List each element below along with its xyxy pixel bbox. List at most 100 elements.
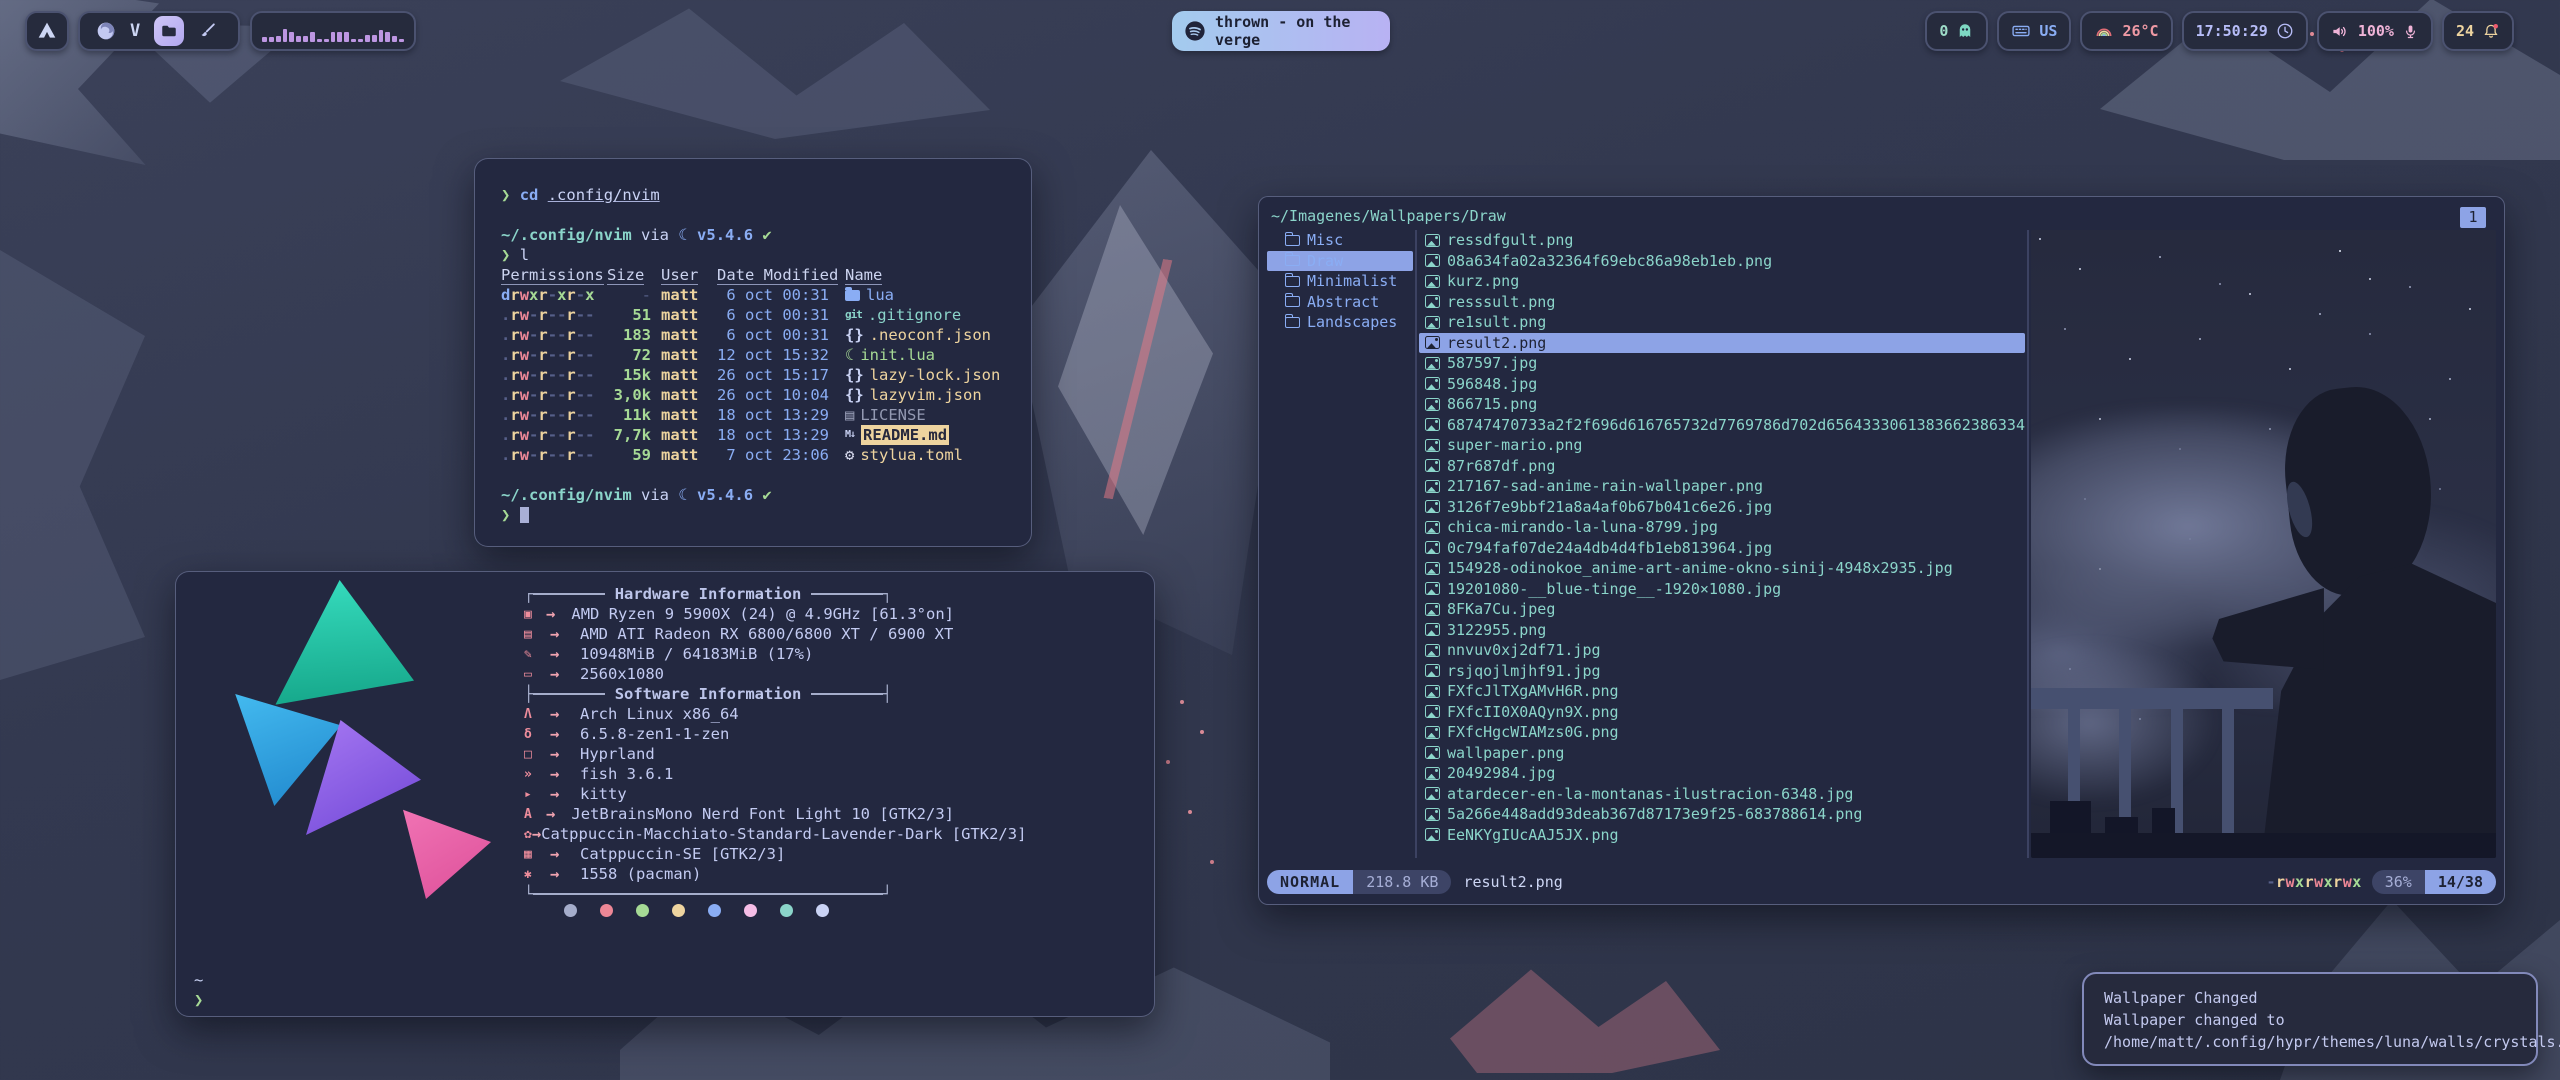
arrow-icon: → [550, 725, 580, 743]
packages-icon: ✱ [524, 867, 550, 882]
file-row[interactable]: 8FKa7Cu.jpeg [1419, 599, 2025, 620]
volume-module[interactable]: 100% [2317, 11, 2433, 51]
arrow-icon: → [550, 645, 580, 663]
keyboard-layout-module[interactable]: US [1997, 11, 2071, 51]
fetch-window[interactable]: ┌Hardware Information┐▣→AMD Ryzen 9 5900… [175, 571, 1155, 1017]
file-row[interactable]: 217167-sad-anime-rain-wallpaper.png [1419, 476, 2025, 497]
file-row[interactable]: 587597.jpg [1419, 353, 2025, 374]
git-icon: git [845, 305, 862, 325]
breadcrumb-path: ~/Imagenes/Wallpapers/Draw [1271, 206, 1506, 226]
file-row[interactable]: FXfcJlTXgAMvH6R.png [1419, 681, 2025, 702]
image-icon [1425, 418, 1440, 431]
file-row[interactable]: 08a634fa02a32364f69ebc86a98eb1eb.png [1419, 251, 2025, 272]
fetch-prompt[interactable]: ~ ❯ [194, 970, 203, 1010]
file-row[interactable]: wallpaper.png [1419, 743, 2025, 764]
file-row[interactable]: 154928-odinokoe_anime-art-anime-okno-sin… [1419, 558, 2025, 579]
sidebar-folder-draw[interactable]: Draw [1267, 251, 1413, 272]
updates-count: 0 [1939, 22, 1948, 40]
workspace-paint[interactable] [198, 22, 217, 41]
file-row[interactable]: 87r687df.png [1419, 456, 2025, 477]
updates-module[interactable]: 0 [1925, 11, 1988, 51]
scroll-percent: 36% [2372, 870, 2425, 894]
file-row[interactable]: 3126f7e9bbf21a8a4af0b67b041c6e26.jpg [1419, 497, 2025, 518]
image-icon [1425, 295, 1440, 308]
check-icon: ✔ [762, 226, 771, 244]
file-row[interactable]: ressdfgult.png [1419, 230, 2025, 251]
terminal-command-line: ❯ cd .config/nvim [501, 185, 1031, 205]
date-module[interactable]: 24 [2442, 11, 2514, 51]
image-icon [1425, 726, 1440, 739]
workspace-editor[interactable]: V [130, 21, 140, 41]
file-row[interactable]: kurz.png [1419, 271, 2025, 292]
file-row[interactable]: atardecer-en-la-montanas-ilustracion-634… [1419, 784, 2025, 805]
terminal-color-palette [564, 904, 829, 917]
file-manager-window[interactable]: ~/Imagenes/Wallpapers/Draw 1 MiscDrawMin… [1258, 196, 2505, 905]
graph-bars [262, 18, 404, 42]
file-row[interactable]: 0c794faf07de24a4db4d4fb1eb813964.jpg [1419, 538, 2025, 559]
folder-icon [1285, 317, 1300, 328]
workspace-browser[interactable] [96, 21, 116, 41]
workspace-files-active[interactable] [154, 16, 184, 46]
file-row[interactable]: 5a266e448add93deab367d87173e9f25-6837886… [1419, 804, 2025, 825]
palette-dot [780, 904, 793, 917]
arrow-icon: → [550, 865, 580, 883]
gpu-icon: ▤ [524, 627, 550, 642]
media-player-pill[interactable]: thrown - on the verge [1172, 11, 1390, 51]
file-row[interactable]: 866715.png [1419, 394, 2025, 415]
arrow-icon: → [550, 745, 580, 763]
arrow-icon: → [546, 605, 571, 623]
terminal-path-line: ~/.config/nvim via ☾ v5.4.6 ✔ [501, 485, 1031, 505]
terminal-prompt[interactable]: ❯ [501, 505, 1031, 525]
image-icon [1425, 336, 1440, 349]
sidebar-folder-abstract[interactable]: Abstract [1267, 292, 1413, 313]
gear-icon: ⚙ [845, 445, 854, 465]
file-row[interactable]: 596848.jpg [1419, 374, 2025, 395]
notification-toast[interactable]: Wallpaper Changed Wallpaper changed to /… [2082, 972, 2538, 1066]
fetch-info-row: ✎→10948MiB / 64183MiB (17%) [524, 644, 954, 664]
icons-icon: ▦ [524, 847, 550, 862]
keyboard-icon [2011, 21, 2031, 41]
sidebar-folder-misc[interactable]: Misc [1267, 230, 1413, 251]
ghost-icon [1956, 22, 1974, 40]
terminal-window[interactable]: ❯ cd .config/nvim ~/.config/nvim via ☾ v… [474, 158, 1032, 547]
markdown-icon: M↓ [845, 425, 855, 445]
date-day: 24 [2456, 22, 2474, 40]
system-graph-widget[interactable] [250, 11, 416, 51]
palette-dot [816, 904, 829, 917]
file-row[interactable]: re1sult.png [1419, 312, 2025, 333]
file-row[interactable]: FXfcHgcWIAMzs0G.png [1419, 722, 2025, 743]
file-row[interactable]: 68747470733a2f2f696d616765732d7769786d70… [1419, 415, 2025, 436]
terminal-icon: ▸ [524, 787, 550, 802]
sidebar-folder-minimalist[interactable]: Minimalist [1267, 271, 1413, 292]
file-permissions: -rwxrwxrwx [2266, 873, 2361, 891]
fetch-info-row: □→Hyprland [524, 744, 954, 764]
file-row[interactable]: rsjqojlmjhf91.jpg [1419, 661, 2025, 682]
file-row[interactable]: FXfcII0X0AQyn9X.png [1419, 702, 2025, 723]
file-row[interactable]: nnvuv0xj2df71.jpg [1419, 640, 2025, 661]
tab-badge[interactable]: 1 [2460, 207, 2486, 228]
clock-module[interactable]: 17:50:29 [2182, 11, 2308, 51]
file-row[interactable]: resssult.png [1419, 292, 2025, 313]
sidebar-folder-landscapes[interactable]: Landscapes [1267, 312, 1413, 333]
folder-icon [1285, 276, 1300, 287]
file-row[interactable]: result2.png [1419, 333, 2025, 354]
image-icon [1425, 664, 1440, 677]
file-listing: drwxr-xr-x-matt 6 oct 00:31lua.rw-r--r--… [501, 285, 1031, 465]
fetch-info-row: ▤→AMD ATI Radeon RX 6800/6800 XT / 6900 … [524, 624, 954, 644]
file-row[interactable]: EeNKYgIUcAAJ5JX.png [1419, 825, 2025, 846]
palette-dot [708, 904, 721, 917]
selected-filename: result2.png [1463, 873, 1562, 891]
speaker-icon [2331, 22, 2350, 41]
file-row[interactable]: chica-mirando-la-luna-8799.jpg [1419, 517, 2025, 538]
arrow-icon: → [546, 805, 571, 823]
file-row[interactable]: 3122955.png [1419, 620, 2025, 641]
image-icon [1425, 316, 1440, 329]
preview-stars [2039, 238, 2041, 240]
launcher-button[interactable] [25, 11, 69, 51]
palette-dot [672, 904, 685, 917]
file-row[interactable]: super-mario.png [1419, 435, 2025, 456]
file-row[interactable]: 19201080-__blue-tinge__-1920×1080.jpg [1419, 579, 2025, 600]
file-row[interactable]: 20492984.jpg [1419, 763, 2025, 784]
image-icon [1425, 398, 1440, 411]
weather-module[interactable]: 26°C [2080, 11, 2172, 51]
